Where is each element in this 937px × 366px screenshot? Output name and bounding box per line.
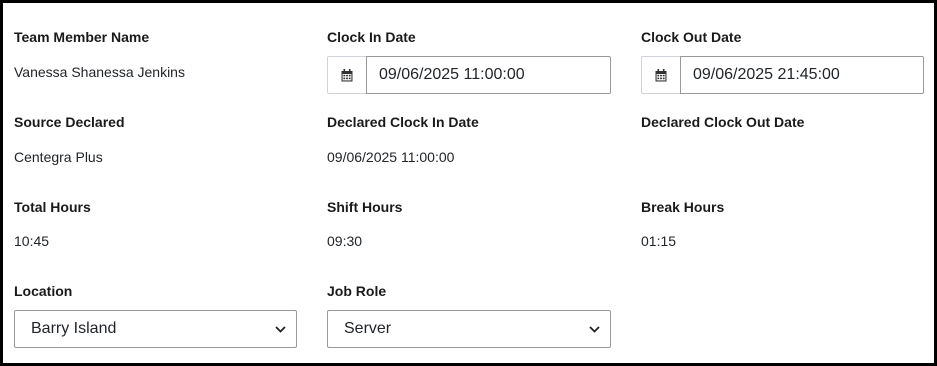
clock-in-field [327,56,611,94]
location-selected-value: Barry Island [31,320,117,337]
break-hours-value: 01:15 [641,233,677,249]
job-role-select[interactable]: Server [327,310,611,348]
clock-out-field [641,56,924,94]
total-hours-label: Total Hours [14,199,91,215]
chevron-down-icon [274,323,286,335]
clock-out-label: Clock Out Date [641,29,742,45]
team-member-value: Vanessa Shanessa Jenkins [14,64,185,80]
job-role-label: Job Role [327,283,387,299]
clock-out-input[interactable] [680,56,924,94]
chevron-down-icon [588,323,600,335]
total-hours-value: 10:45 [14,233,50,249]
clock-record-panel: Team Member Name Vanessa Shanessa Jenkin… [0,0,937,366]
source-declared-value: Centegra Plus [14,149,103,165]
clock-in-input[interactable] [366,56,611,94]
declared-clock-in-value: 09/06/2025 11:00:00 [327,149,455,165]
declared-clock-out-label: Declared Clock Out Date [641,114,805,130]
location-select[interactable]: Barry Island [14,310,297,348]
calendar-icon[interactable] [641,56,680,94]
calendar-icon[interactable] [327,56,366,94]
shift-hours-value: 09:30 [327,233,363,249]
team-member-label: Team Member Name [14,29,150,45]
declared-clock-in-label: Declared Clock In Date [327,114,479,130]
clock-in-label: Clock In Date [327,29,416,45]
source-declared-label: Source Declared [14,114,125,130]
job-role-selected-value: Server [344,320,392,337]
shift-hours-label: Shift Hours [327,199,403,215]
location-label: Location [14,283,73,299]
break-hours-label: Break Hours [641,199,725,215]
